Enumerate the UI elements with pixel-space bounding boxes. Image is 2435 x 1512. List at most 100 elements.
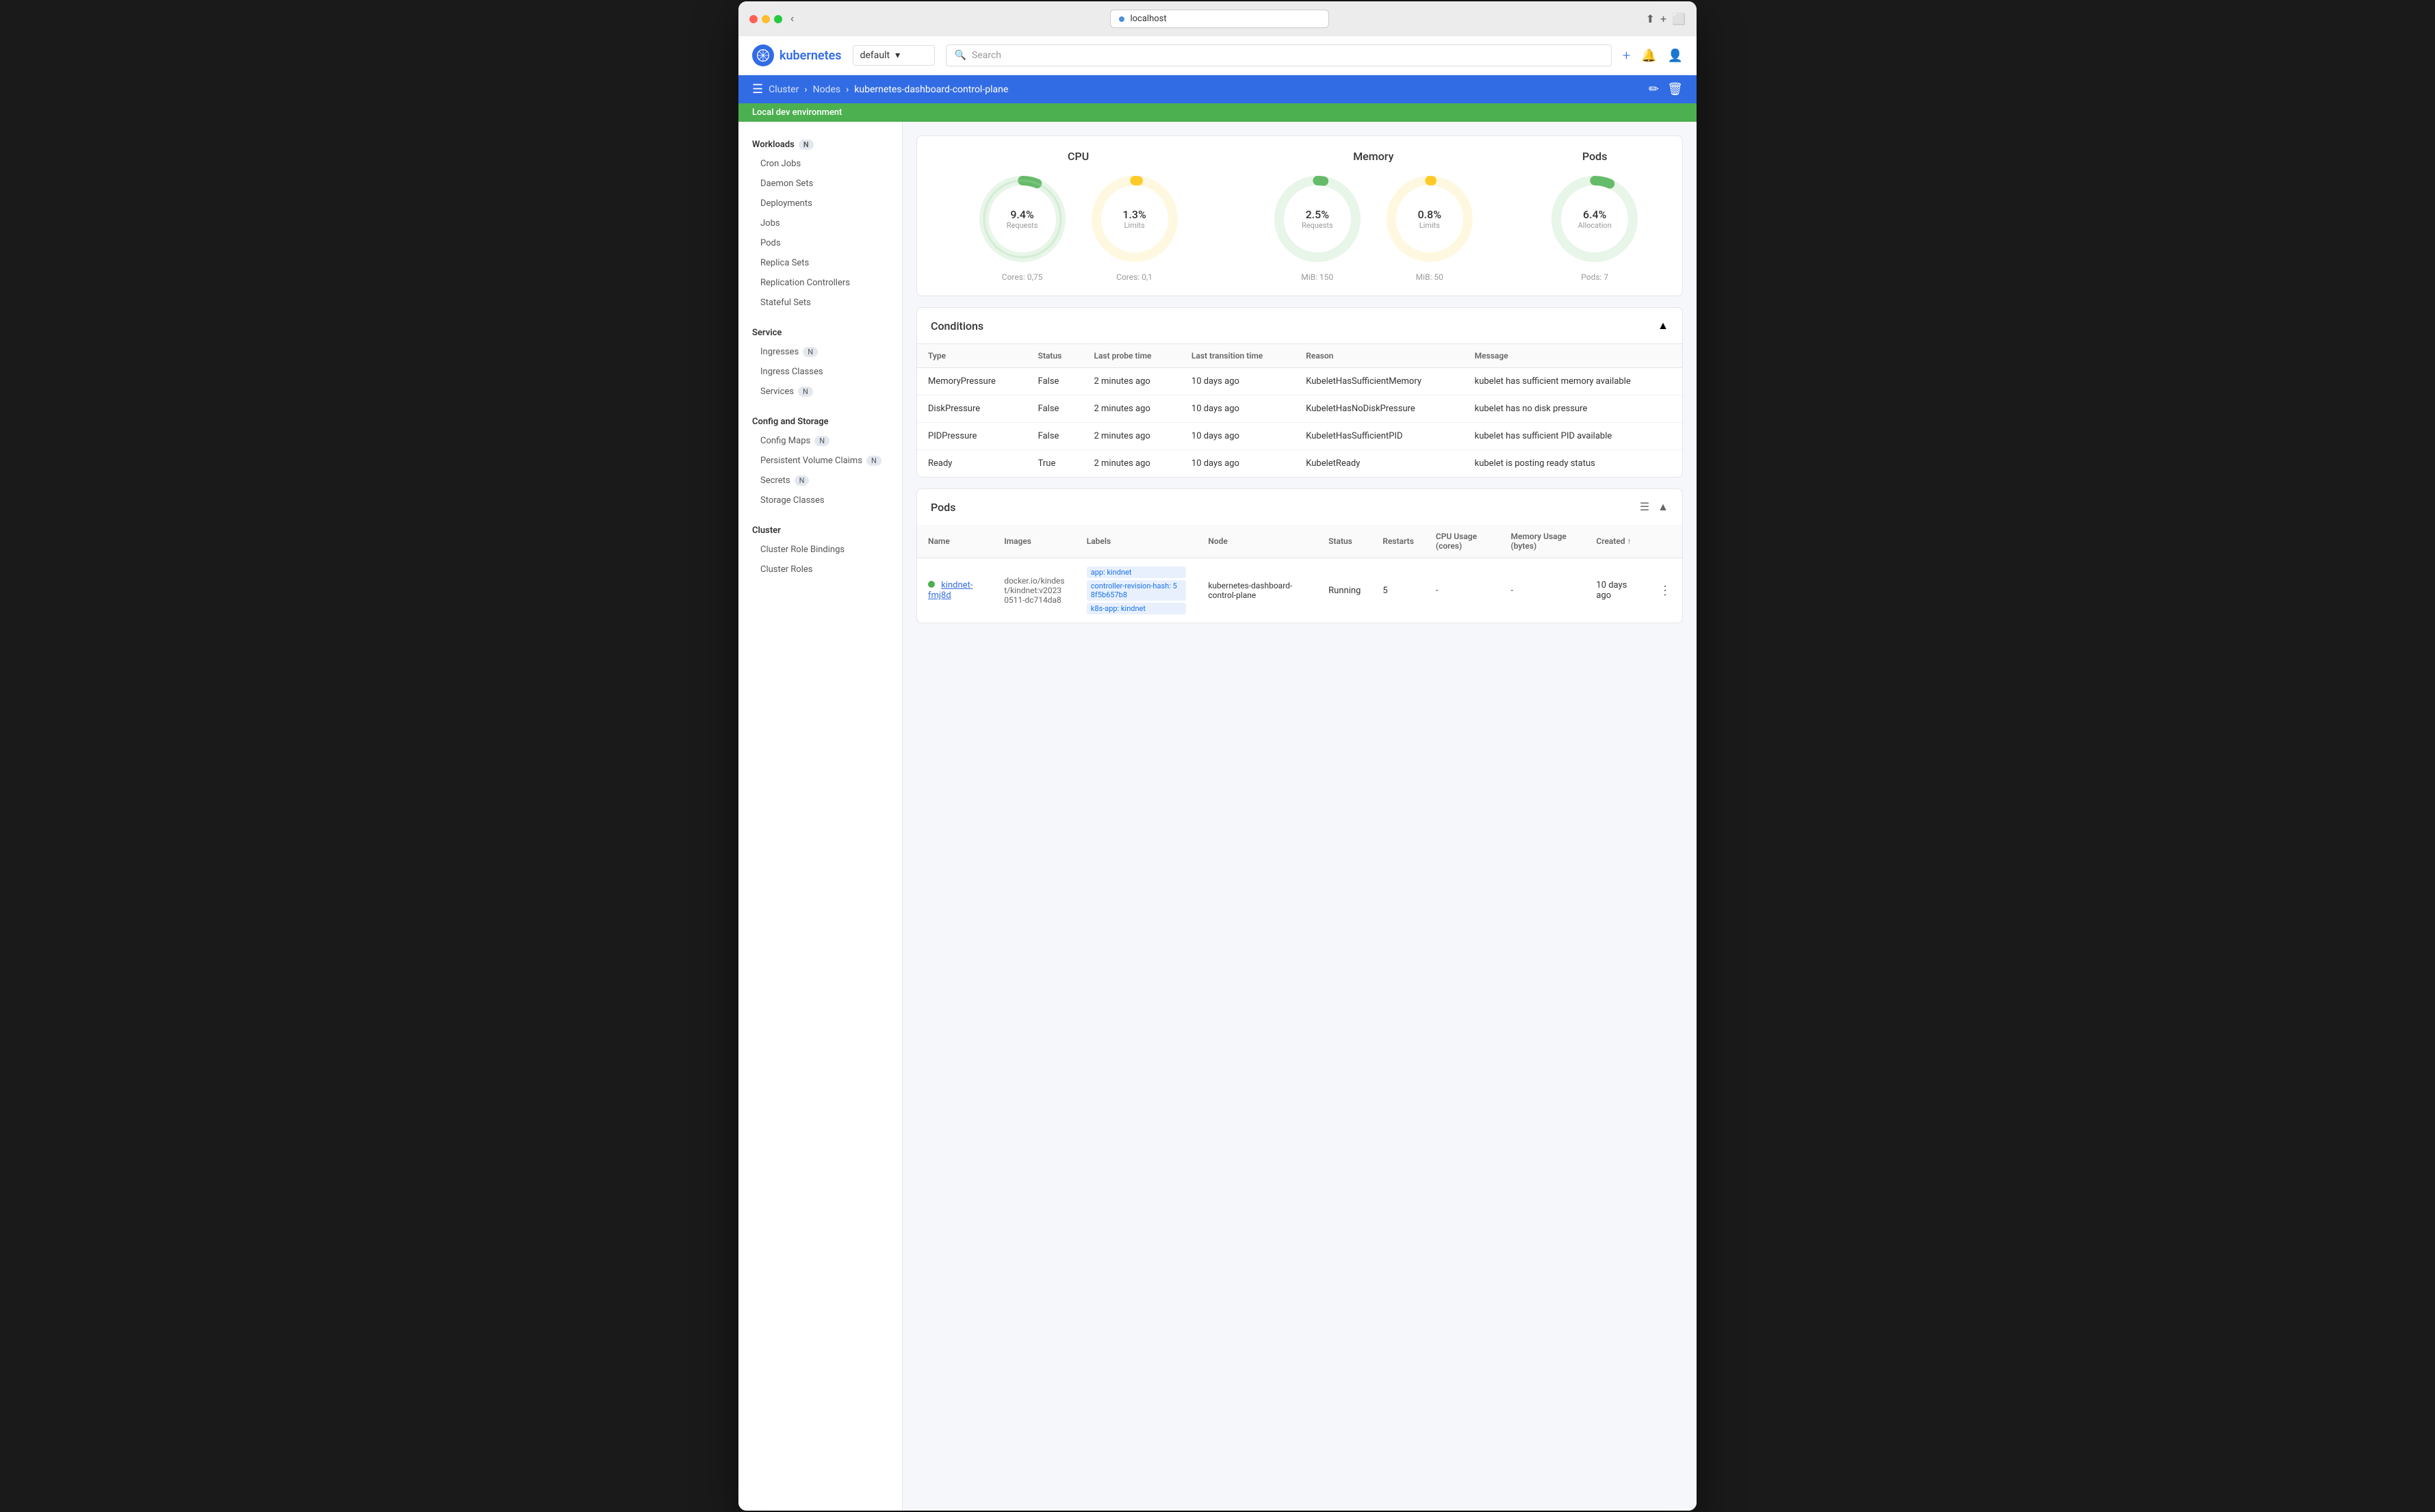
edit-icon[interactable]: ✏ (1649, 82, 1659, 96)
memory-limits-metric: 0.8% Limits MiB: 50 (1382, 171, 1478, 282)
address-bar: localhost (802, 10, 1637, 28)
sidebar-item-config-maps[interactable]: Config Maps N (738, 431, 902, 451)
main-content: Workloads N Cron Jobs Daemon Sets Deploy… (738, 122, 1697, 1511)
table-row: MemoryPressure False 2 minutes ago 10 da… (917, 368, 1682, 395)
env-label: Local dev environment (752, 107, 842, 118)
cpu-limits-metric: 1.3% Limits Cores: 0,1 (1087, 171, 1183, 282)
search-bar[interactable]: 🔍 Search (946, 44, 1612, 66)
condition-transition: 10 days ago (1181, 450, 1295, 478)
conditions-section: Conditions ▲ Type Status Last probe time… (916, 307, 1683, 478)
sidebar-section-config-title: Config and Storage (738, 413, 902, 431)
env-bar: Local dev environment (738, 103, 1697, 122)
k8s-logo (752, 44, 774, 66)
breadcrumb-actions: ✏ 🗑 (1649, 82, 1683, 96)
pod-more-btn[interactable]: ⋮ (1648, 558, 1682, 623)
memory-title: Memory (1226, 150, 1521, 163)
traffic-lights (749, 15, 782, 23)
sidebar-item-jobs[interactable]: Jobs (738, 213, 902, 233)
new-tab-icon[interactable]: + (1660, 12, 1666, 25)
sidebar-item-daemon-sets[interactable]: Daemon Sets (738, 174, 902, 194)
bell-icon[interactable]: 🔔 (1641, 49, 1656, 63)
filter-icon[interactable]: ☰ (1640, 500, 1649, 514)
pod-labels: app: kindnetcontroller-revision-hash: 5 … (1076, 558, 1198, 623)
col-transition: Last transition time (1181, 344, 1295, 368)
pod-created: 10 days ago (1585, 558, 1648, 623)
services-badge: N (798, 387, 813, 397)
sidebar-item-storage-classes[interactable]: Storage Classes (738, 491, 902, 510)
condition-probe: 2 minutes ago (1083, 423, 1180, 450)
sidebar-item-services[interactable]: Services N (738, 382, 902, 402)
breadcrumb-sep-1: › (804, 84, 807, 95)
condition-probe: 2 minutes ago (1083, 395, 1180, 423)
sidebar-item-stateful-sets[interactable]: Stateful Sets (738, 293, 902, 313)
delete-icon[interactable]: 🗑 (1667, 82, 1683, 96)
breadcrumb-nodes[interactable]: Nodes (813, 84, 841, 95)
condition-message: kubelet has no disk pressure (1464, 395, 1682, 423)
mem-requests-text: 2.5% Requests (1302, 208, 1333, 230)
address-input[interactable]: localhost (1110, 10, 1329, 28)
breadcrumb-cluster[interactable]: Cluster (769, 84, 799, 95)
user-icon[interactable]: 👤 (1668, 49, 1683, 63)
sidebar-item-pvc[interactable]: Persistent Volume Claims N (738, 451, 902, 471)
condition-type: Ready (917, 450, 1027, 478)
condition-reason: KubeletHasSufficientPID (1295, 423, 1463, 450)
pods-header-row: Name Images Labels Node Status Restarts … (917, 525, 1682, 558)
conditions-table: Type Status Last probe time Last transit… (917, 344, 1682, 477)
sidebar-item-deployments[interactable]: Deployments (738, 194, 902, 213)
sidebar-item-cluster-role-bindings[interactable]: Cluster Role Bindings (738, 540, 902, 560)
hamburger-button[interactable]: ☰ (752, 82, 763, 96)
secrets-badge: N (795, 475, 810, 486)
sidebar-item-ingresses[interactable]: Ingresses N (738, 342, 902, 362)
sidebar-item-replica-sets[interactable]: Replica Sets (738, 253, 902, 273)
window-actions: ⬆ + ⬜ (1646, 12, 1686, 25)
namespace-select[interactable]: default ▾ (853, 45, 935, 66)
cpu-requests-footer: Cores: 0,75 (975, 272, 1070, 282)
address-text: localhost (1130, 14, 1166, 24)
share-icon[interactable]: ⬆ (1646, 12, 1655, 25)
plus-icon[interactable]: + (1623, 47, 1630, 64)
condition-type: DiskPressure (917, 395, 1027, 423)
pod-image: docker.io/kindest/kindnet:v20230511-dc71… (993, 558, 1076, 623)
pods-col-labels: Labels (1076, 525, 1198, 558)
pods-metrics-title: Pods (1521, 150, 1669, 163)
sidebar-section-cluster: Cluster Cluster Role Bindings Cluster Ro… (738, 516, 902, 585)
sidebar-item-cron-jobs[interactable]: Cron Jobs (738, 154, 902, 174)
sidebar-item-ingress-classes[interactable]: Ingress Classes (738, 362, 902, 382)
table-row: PIDPressure False 2 minutes ago 10 days … (917, 423, 1682, 450)
pvc-badge: N (866, 456, 881, 466)
content-area: CPU (903, 122, 1697, 1511)
condition-status: False (1027, 368, 1083, 395)
sidebar-item-pods[interactable]: Pods (738, 233, 902, 253)
sidebar-item-replication-controllers[interactable]: Replication Controllers (738, 273, 902, 293)
cpu-requests-text: 9.4% Requests (1007, 208, 1038, 230)
condition-transition: 10 days ago (1181, 423, 1295, 450)
pods-table-actions: ☰ ▲ (1640, 500, 1669, 514)
pods-col-name: Name (917, 525, 993, 558)
pod-restarts: 5 (1371, 558, 1425, 623)
condition-reason: KubeletReady (1295, 450, 1463, 478)
cpu-limits-footer: Cores: 0,1 (1087, 272, 1183, 282)
conditions-collapse-icon[interactable]: ▲ (1658, 319, 1669, 333)
mem-limits-footer: MiB: 50 (1382, 272, 1478, 282)
pods-alloc-donut: 6.4% Allocation (1547, 171, 1642, 267)
condition-status: True (1027, 450, 1083, 478)
pods-col-created: Created ↑ (1585, 525, 1648, 558)
pods-alloc-footer: Pods: 7 (1547, 272, 1642, 282)
maximize-button[interactable] (774, 15, 782, 23)
sidebar-item-secrets[interactable]: Secrets N (738, 471, 902, 491)
close-button[interactable] (749, 15, 758, 23)
pods-col-status: Status (1317, 525, 1371, 558)
sidebar-icon[interactable]: ⬜ (1672, 12, 1686, 25)
sidebar-section-config: Config and Storage Config Maps N Persist… (738, 407, 902, 516)
condition-type: PIDPressure (917, 423, 1027, 450)
col-reason: Reason (1295, 344, 1463, 368)
condition-reason: KubeletHasSufficientMemory (1295, 368, 1463, 395)
minimize-button[interactable] (762, 15, 770, 23)
sidebar-item-cluster-roles[interactable]: Cluster Roles (738, 560, 902, 579)
back-button[interactable]: ‹ (790, 13, 794, 25)
sidebar-section-workloads-title: Workloads N (738, 135, 902, 154)
conditions-title: Conditions (931, 320, 983, 333)
mem-requests-donut: 2.5% Requests (1270, 171, 1365, 267)
pod-node: kubernetes-dashboard-control-plane (1197, 558, 1317, 623)
pods-collapse-icon[interactable]: ▲ (1658, 500, 1669, 514)
